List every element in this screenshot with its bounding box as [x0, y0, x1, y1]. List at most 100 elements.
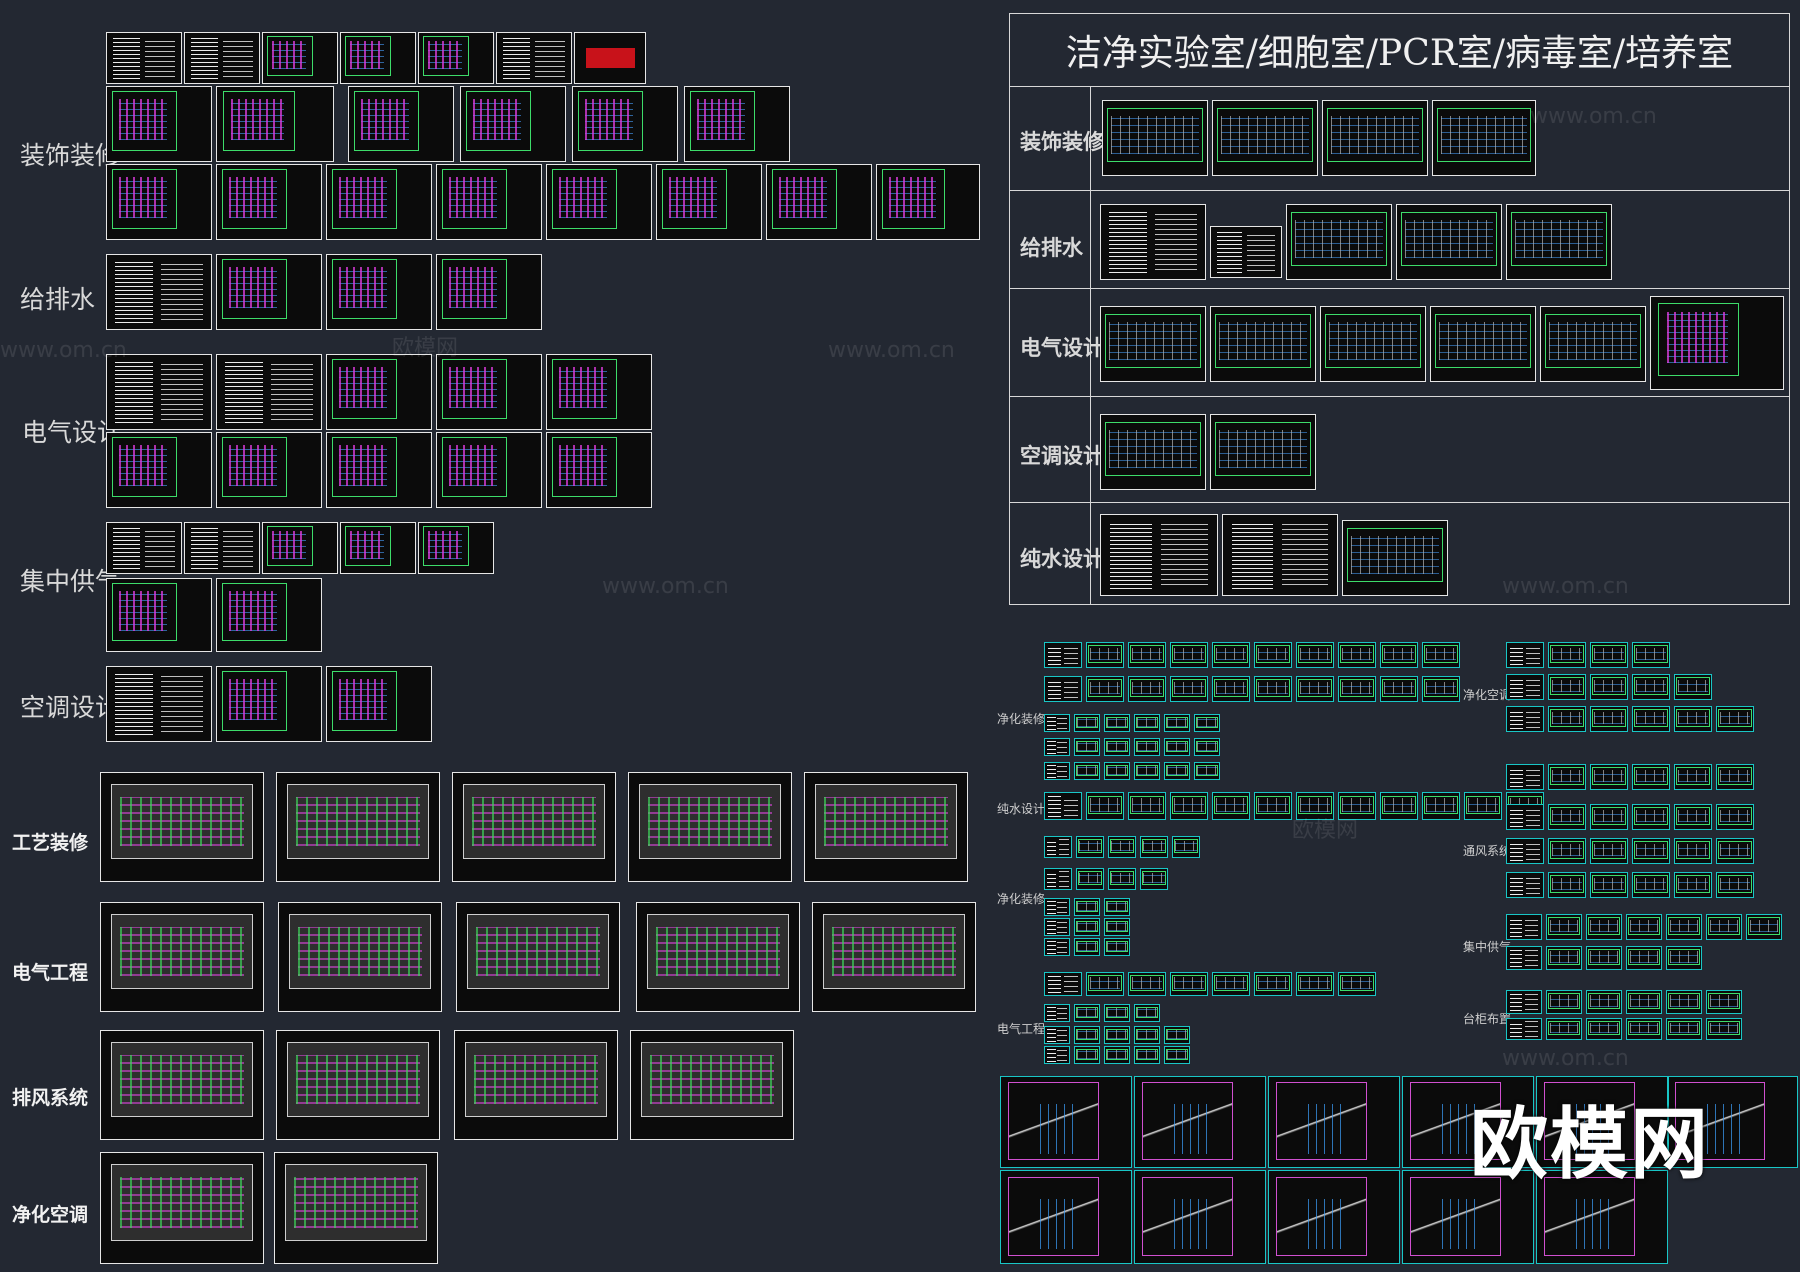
small-sheet-thumbnail[interactable]: [1626, 946, 1662, 970]
sheet-thumbnail[interactable]: [276, 1030, 440, 1140]
small-sheet-thumbnail[interactable]: [1674, 706, 1712, 732]
small-sheet-thumbnail[interactable]: [1044, 938, 1070, 956]
small-sheet-thumbnail[interactable]: [1076, 836, 1104, 858]
small-sheet-thumbnail[interactable]: [1506, 990, 1542, 1014]
small-sheet-thumbnail[interactable]: [1626, 1018, 1662, 1040]
sheet-thumbnail[interactable]: [1286, 204, 1392, 280]
small-sheet-thumbnail[interactable]: [1134, 1004, 1160, 1022]
sheet-thumbnail[interactable]: [1430, 306, 1536, 382]
small-sheet-thumbnail[interactable]: [1706, 1018, 1742, 1040]
sheet-thumbnail[interactable]: [1102, 100, 1208, 176]
small-sheet-thumbnail[interactable]: [1548, 642, 1586, 668]
small-sheet-thumbnail[interactable]: [1632, 642, 1670, 668]
small-sheet-thumbnail[interactable]: [1044, 1026, 1070, 1044]
small-sheet-thumbnail[interactable]: [1506, 946, 1542, 970]
small-sheet-thumbnail[interactable]: [1164, 738, 1190, 756]
small-sheet-thumbnail[interactable]: [1546, 1018, 1582, 1040]
sheet-thumbnail[interactable]: [572, 86, 678, 162]
sheet-thumbnail[interactable]: [812, 902, 976, 1012]
small-sheet-thumbnail[interactable]: [1134, 762, 1160, 780]
sheet-thumbnail[interactable]: [454, 1030, 618, 1140]
small-sheet-thumbnail[interactable]: [1044, 898, 1070, 916]
small-sheet-thumbnail[interactable]: [1296, 972, 1334, 996]
small-sheet-thumbnail[interactable]: [1706, 914, 1742, 940]
small-sheet-thumbnail[interactable]: [1590, 838, 1628, 864]
small-sheet-thumbnail[interactable]: [1546, 990, 1582, 1014]
small-sheet-thumbnail[interactable]: [1632, 804, 1670, 830]
small-sheet-thumbnail[interactable]: [1212, 972, 1250, 996]
small-sheet-thumbnail[interactable]: [1422, 792, 1460, 820]
small-sheet-thumbnail[interactable]: [1674, 674, 1712, 700]
small-sheet-thumbnail[interactable]: [1548, 764, 1586, 790]
small-sheet-thumbnail[interactable]: [1164, 1026, 1190, 1044]
small-sheet-thumbnail[interactable]: [1212, 792, 1250, 820]
small-sheet-thumbnail[interactable]: [1666, 946, 1702, 970]
small-sheet-thumbnail[interactable]: [1254, 676, 1292, 702]
small-sheet-thumbnail[interactable]: [1128, 792, 1166, 820]
small-sheet-thumbnail[interactable]: [1254, 972, 1292, 996]
sheet-thumbnail[interactable]: [216, 254, 322, 330]
small-sheet-thumbnail[interactable]: [1716, 838, 1754, 864]
small-sheet-thumbnail[interactable]: [1546, 914, 1582, 940]
small-sheet-thumbnail[interactable]: [1506, 1018, 1542, 1040]
small-sheet-thumbnail[interactable]: [1590, 706, 1628, 732]
sheet-thumbnail[interactable]: [1268, 1170, 1400, 1264]
small-sheet-thumbnail[interactable]: [1380, 642, 1418, 668]
sheet-thumbnail[interactable]: [418, 32, 494, 84]
small-sheet-thumbnail[interactable]: [1074, 1004, 1100, 1022]
small-sheet-thumbnail[interactable]: [1590, 764, 1628, 790]
small-sheet-thumbnail[interactable]: [1104, 738, 1130, 756]
sheet-thumbnail[interactable]: [766, 164, 872, 240]
small-sheet-thumbnail[interactable]: [1506, 764, 1544, 790]
sheet-thumbnail[interactable]: [326, 164, 432, 240]
small-sheet-thumbnail[interactable]: [1076, 868, 1104, 890]
small-sheet-thumbnail[interactable]: [1140, 868, 1168, 890]
small-sheet-thumbnail[interactable]: [1086, 792, 1124, 820]
small-sheet-thumbnail[interactable]: [1104, 1004, 1130, 1022]
sheet-thumbnail[interactable]: [1000, 1076, 1132, 1168]
small-sheet-thumbnail[interactable]: [1506, 706, 1544, 732]
small-sheet-thumbnail[interactable]: [1140, 836, 1168, 858]
sheet-thumbnail[interactable]: [106, 164, 212, 240]
small-sheet-thumbnail[interactable]: [1590, 642, 1628, 668]
sheet-thumbnail[interactable]: [1210, 414, 1316, 490]
small-sheet-thumbnail[interactable]: [1074, 938, 1100, 956]
sheet-thumbnail[interactable]: [1100, 306, 1206, 382]
small-sheet-thumbnail[interactable]: [1044, 792, 1082, 820]
small-sheet-thumbnail[interactable]: [1044, 642, 1082, 668]
small-sheet-thumbnail[interactable]: [1338, 676, 1376, 702]
sheet-thumbnail[interactable]: [1100, 414, 1206, 490]
small-sheet-thumbnail[interactable]: [1632, 872, 1670, 898]
small-sheet-thumbnail[interactable]: [1296, 676, 1334, 702]
small-sheet-thumbnail[interactable]: [1674, 804, 1712, 830]
small-sheet-thumbnail[interactable]: [1044, 762, 1070, 780]
small-sheet-thumbnail[interactable]: [1464, 792, 1502, 820]
small-sheet-thumbnail[interactable]: [1164, 714, 1190, 732]
small-sheet-thumbnail[interactable]: [1506, 804, 1544, 830]
small-sheet-thumbnail[interactable]: [1044, 676, 1082, 702]
small-sheet-thumbnail[interactable]: [1632, 838, 1670, 864]
small-sheet-thumbnail[interactable]: [1044, 1046, 1070, 1064]
small-sheet-thumbnail[interactable]: [1212, 676, 1250, 702]
small-sheet-thumbnail[interactable]: [1104, 1046, 1130, 1064]
small-sheet-thumbnail[interactable]: [1506, 642, 1544, 668]
sheet-thumbnail[interactable]: [628, 772, 792, 882]
small-sheet-thumbnail[interactable]: [1108, 868, 1136, 890]
small-sheet-thumbnail[interactable]: [1170, 792, 1208, 820]
sheet-thumbnail[interactable]: [1342, 520, 1448, 596]
small-sheet-thumbnail[interactable]: [1506, 872, 1544, 898]
sheet-thumbnail[interactable]: [496, 32, 572, 84]
small-sheet-thumbnail[interactable]: [1380, 676, 1418, 702]
sheet-thumbnail[interactable]: [348, 86, 454, 162]
sheet-thumbnail[interactable]: [1100, 204, 1206, 280]
small-sheet-thumbnail[interactable]: [1044, 918, 1070, 936]
small-sheet-thumbnail[interactable]: [1548, 872, 1586, 898]
small-sheet-thumbnail[interactable]: [1074, 738, 1100, 756]
sheet-thumbnail[interactable]: [106, 522, 182, 574]
small-sheet-thumbnail[interactable]: [1586, 946, 1622, 970]
sheet-thumbnail[interactable]: [1322, 100, 1428, 176]
small-sheet-thumbnail[interactable]: [1632, 764, 1670, 790]
small-sheet-thumbnail[interactable]: [1074, 714, 1100, 732]
sheet-thumbnail[interactable]: [278, 902, 442, 1012]
small-sheet-thumbnail[interactable]: [1212, 642, 1250, 668]
